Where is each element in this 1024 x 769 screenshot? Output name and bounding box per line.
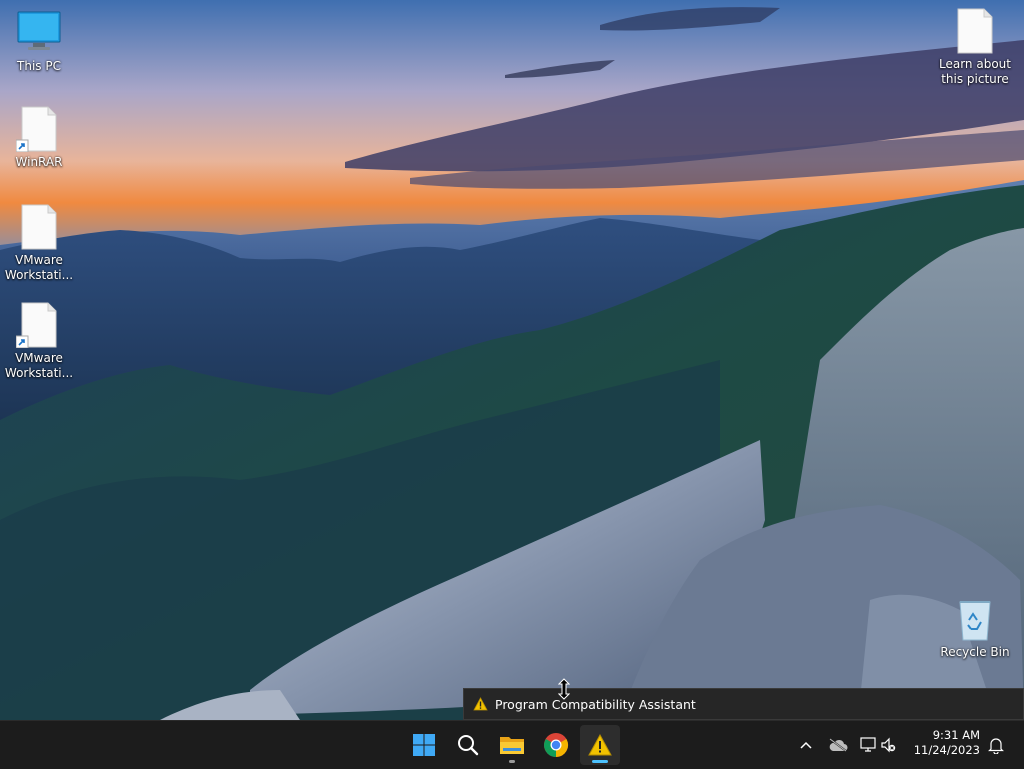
notification-bell-icon <box>988 738 1004 754</box>
chrome-button[interactable] <box>536 725 576 765</box>
wallpaper-image <box>0 0 1024 720</box>
desktop-icon-vmware-2[interactable]: VMware Workstati... <box>1 302 77 381</box>
chevron-up-icon <box>800 741 812 749</box>
onedrive-button[interactable] <box>826 731 850 759</box>
file-icon <box>937 8 1013 54</box>
preview-title: Program Compatibility Assistant <box>495 696 696 712</box>
desktop[interactable]: This PC WinRAR VMware Workstati... VMwar… <box>0 0 1024 720</box>
clock-date: 11/24/2023 <box>913 743 980 757</box>
desktop-icon-label: VMware Workstati... <box>4 253 74 282</box>
desktop-icon-label: WinRAR <box>15 155 63 169</box>
file-explorer-button[interactable] <box>492 725 532 765</box>
desktop-icon-learn-about-picture[interactable]: Learn about this picture <box>937 8 1013 87</box>
chrome-icon <box>544 733 569 757</box>
desktop-icon-winrar[interactable]: WinRAR <box>1 106 77 170</box>
program-compatibility-assistant-button[interactable] <box>580 725 620 765</box>
active-indicator <box>592 760 608 763</box>
file-shortcut-icon <box>1 106 77 153</box>
show-hidden-icons-button[interactable] <box>796 731 816 759</box>
clock[interactable]: 9:31 AM 11/24/2023 <box>912 728 980 758</box>
desktop-icon-this-pc[interactable]: This PC <box>1 10 77 74</box>
volume-muted-icon <box>881 737 896 753</box>
file-icon <box>1 204 77 250</box>
windows-start-icon <box>413 734 435 756</box>
file-shortcut-icon <box>1 302 77 349</box>
running-indicator <box>509 760 515 763</box>
folder-icon <box>500 737 524 754</box>
network-icon <box>860 737 876 752</box>
warning-icon <box>588 734 612 756</box>
search-button[interactable] <box>448 725 488 765</box>
program-compatibility-assistant-preview[interactable]: Program Compatibility Assistant <box>463 688 1024 720</box>
network-volume-button[interactable] <box>858 731 898 759</box>
start-button[interactable] <box>404 725 444 765</box>
monitor-icon <box>1 10 77 56</box>
taskbar <box>0 720 1024 769</box>
cloud-offline-icon <box>829 738 848 752</box>
search-icon <box>458 735 479 756</box>
recycle-bin-icon <box>937 598 1013 642</box>
desktop-icon-label: VMware Workstati... <box>4 351 74 380</box>
desktop-icon-label: Recycle Bin <box>940 645 1010 659</box>
notification-center-button[interactable] <box>986 731 1006 759</box>
warning-icon <box>473 697 488 711</box>
resize-cursor-icon <box>558 678 570 700</box>
desktop-icon-recycle-bin[interactable]: Recycle Bin <box>937 598 1013 660</box>
desktop-icon-vmware-1[interactable]: VMware Workstati... <box>1 204 77 283</box>
clock-time: 9:31 AM <box>932 728 980 742</box>
desktop-icon-label: Learn about this picture <box>939 57 1011 86</box>
desktop-icon-label: This PC <box>17 59 61 73</box>
